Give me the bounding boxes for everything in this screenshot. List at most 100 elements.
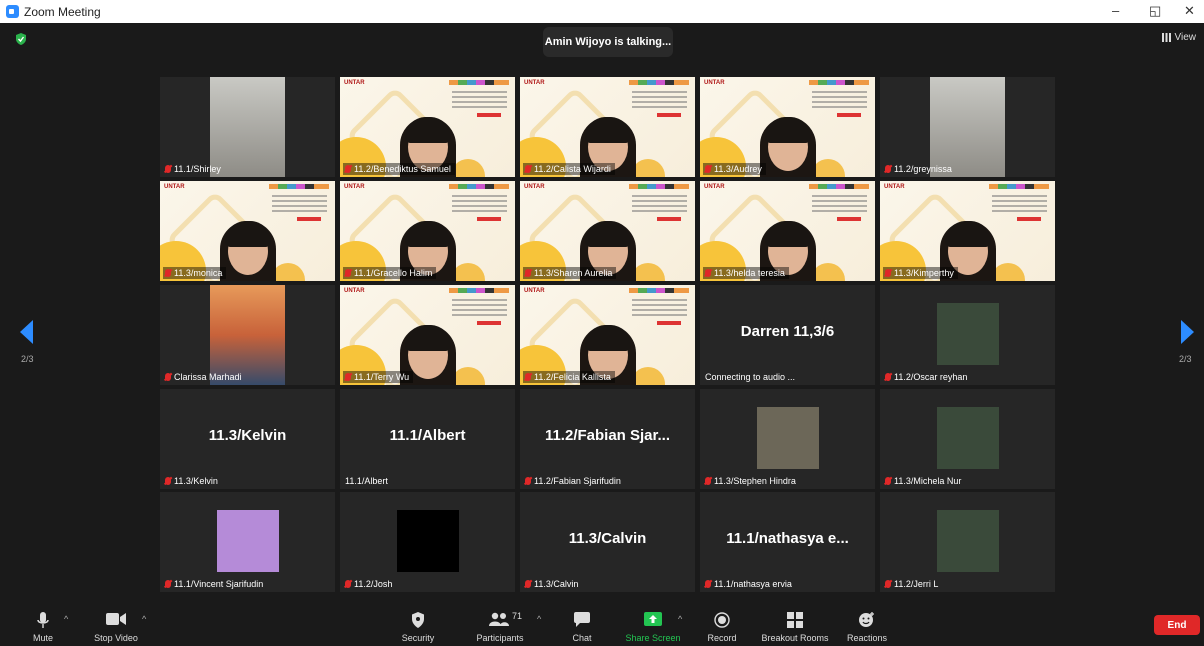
muted-microphone-icon: [525, 477, 531, 485]
participant-name: 11.2/Josh: [354, 579, 393, 589]
mute-button[interactable]: Mute: [26, 604, 60, 646]
video-options-chevron-icon[interactable]: ^: [142, 614, 146, 624]
restore-button[interactable]: ◱: [1149, 3, 1161, 19]
participant-name: 11.1/Vincent Sjarifudin: [174, 579, 264, 589]
participant-tile[interactable]: Darren 11,3/6 Connecting to audio ...: [700, 285, 875, 385]
security-button[interactable]: Security: [398, 604, 438, 646]
participant-name: Connecting to audio ...: [705, 372, 796, 382]
participant-name: 11.3/Calvin: [534, 579, 579, 589]
participant-tile[interactable]: 11.1/Vincent Sjarifudin: [160, 492, 335, 592]
participant-tile[interactable]: 11.2/Oscar reyhan: [880, 285, 1055, 385]
page-indicator-left: 2/3: [21, 354, 34, 364]
breakout-rooms-icon: [787, 612, 803, 628]
participant-tile[interactable]: UNTAR 11.3/Audrey: [700, 77, 875, 177]
participant-tile[interactable]: 11.2/Jerri L: [880, 492, 1055, 592]
participant-tile[interactable]: 11.3/Stephen Hindra: [700, 389, 875, 489]
muted-microphone-icon: [525, 373, 531, 381]
participant-tile[interactable]: UNTAR 11.2/Felicia Kallista: [520, 285, 695, 385]
untar-logo: UNTAR: [164, 184, 185, 190]
participant-name-label: 11.2/Josh: [343, 578, 396, 590]
previous-page-arrow-icon[interactable]: [20, 320, 33, 344]
participant-hair: [404, 325, 451, 351]
share-screen-button[interactable]: Share Screen: [620, 604, 686, 646]
participant-name: 11.2/Benediktus Samuel: [354, 164, 451, 174]
participant-name-label: 11.1/Terry Wu: [343, 371, 414, 383]
participant-name-label: 11.1/Gracello Halim: [343, 267, 437, 279]
participant-tile[interactable]: UNTAR 11.1/Gracello Halim: [340, 181, 515, 281]
participant-display-name: 11.1/Albert: [389, 427, 466, 444]
minimize-button[interactable]: –: [1112, 3, 1119, 18]
participants-label: Participants: [476, 633, 524, 643]
untar-logo: UNTAR: [344, 184, 365, 190]
participant-name: 11.1/Shirley: [174, 164, 221, 174]
camera-feed: [930, 77, 1005, 177]
participant-tile[interactable]: 11.2/Josh: [340, 492, 515, 592]
share-screen-label: Share Screen: [625, 633, 681, 643]
participant-tile[interactable]: UNTAR 11.3/monica: [160, 181, 335, 281]
participant-tile[interactable]: UNTAR 11.2/Calista Wijardi: [520, 77, 695, 177]
participant-name: 11.2/Calista Wijardi: [534, 164, 611, 174]
participant-tile[interactable]: 11.1/nathasya e... 11.1/nathasya ervia: [700, 492, 875, 592]
record-icon: [714, 612, 730, 628]
participant-tile[interactable]: 11.3/Michela Nur: [880, 389, 1055, 489]
muted-microphone-icon: [525, 580, 531, 588]
participant-tile[interactable]: UNTAR 11.3/Kimperthy: [880, 181, 1055, 281]
security-label: Security: [401, 633, 435, 643]
participant-display-name: 11.1/nathasya e...: [726, 530, 849, 547]
muted-microphone-icon: [885, 580, 891, 588]
window-title: Zoom Meeting: [24, 5, 101, 19]
muted-microphone-icon: [165, 165, 171, 173]
participant-tile[interactable]: 11.2/greynissa: [880, 77, 1055, 177]
participant-name: 11.3/monica: [174, 268, 223, 278]
grid-view-icon: [1161, 33, 1171, 42]
audio-options-chevron-icon[interactable]: ^: [64, 614, 68, 624]
participant-name-label: 11.2/Benediktus Samuel: [343, 163, 455, 175]
participant-tile[interactable]: 11.3/Calvin 11.3/Calvin: [520, 492, 695, 592]
view-button[interactable]: View: [1161, 32, 1196, 43]
encryption-shield-icon[interactable]: [14, 32, 28, 46]
record-button[interactable]: Record: [702, 604, 742, 646]
participant-name: 11.2/Fabian Sjarifudin: [534, 476, 621, 486]
meeting-toolbar: Mute ^ Stop Video ^ Security 71 Particip…: [0, 604, 1204, 646]
participants-icon: [489, 612, 509, 626]
chat-bubble-icon: [574, 612, 590, 627]
participant-tile[interactable]: 11.1/Shirley: [160, 77, 335, 177]
share-options-chevron-icon[interactable]: ^: [678, 614, 682, 624]
untar-logo: UNTAR: [524, 80, 545, 86]
reactions-button[interactable]: Reactions: [845, 604, 889, 646]
breakout-rooms-button[interactable]: Breakout Rooms: [756, 604, 834, 646]
close-button[interactable]: ✕: [1184, 3, 1195, 19]
participant-tile[interactable]: 11.3/Kelvin 11.3/Kelvin: [160, 389, 335, 489]
chat-button[interactable]: Chat: [566, 604, 598, 646]
muted-microphone-icon: [165, 477, 171, 485]
participant-tile[interactable]: 11.1/Albert 11.1/Albert: [340, 389, 515, 489]
participant-name: 11.3/Michela Nur: [894, 476, 962, 486]
profile-picture: [937, 303, 999, 365]
reactions-label: Reactions: [846, 633, 888, 643]
participant-name: 11.1/nathasya ervia: [714, 579, 792, 589]
participant-tile[interactable]: 11.2/Fabian Sjar... 11.2/Fabian Sjarifudi…: [520, 389, 695, 489]
participant-name-label: Connecting to audio ...: [703, 371, 799, 383]
end-meeting-button[interactable]: End: [1154, 615, 1200, 635]
profile-picture: [397, 510, 459, 572]
participants-button[interactable]: 71 Participants: [470, 604, 530, 646]
participant-tile[interactable]: UNTAR 11.2/Benediktus Samuel: [340, 77, 515, 177]
stop-video-button[interactable]: Stop Video: [86, 604, 146, 646]
profile-picture: [757, 407, 819, 469]
participant-tile[interactable]: UNTAR 11.3/helda teresia: [700, 181, 875, 281]
muted-microphone-icon: [705, 477, 711, 485]
participant-display-name: 11.3/Kelvin: [208, 427, 287, 444]
participant-tile[interactable]: UNTAR 11.3/Sharen Aurelia: [520, 181, 695, 281]
participant-hair: [584, 221, 631, 247]
profile-picture: [937, 510, 999, 572]
participant-name-label: 11.3/Kimperthy: [883, 267, 958, 279]
untar-logo: UNTAR: [884, 184, 905, 190]
muted-microphone-icon: [165, 373, 171, 381]
participants-options-chevron-icon[interactable]: ^: [537, 614, 541, 624]
participant-tile[interactable]: Clarissa Marhadi: [160, 285, 335, 385]
participant-hair: [584, 117, 631, 143]
participant-tile[interactable]: UNTAR 11.1/Terry Wu: [340, 285, 515, 385]
untar-logo: UNTAR: [704, 80, 725, 86]
stop-video-label: Stop Video: [94, 633, 138, 643]
next-page-arrow-icon[interactable]: [1181, 320, 1194, 344]
